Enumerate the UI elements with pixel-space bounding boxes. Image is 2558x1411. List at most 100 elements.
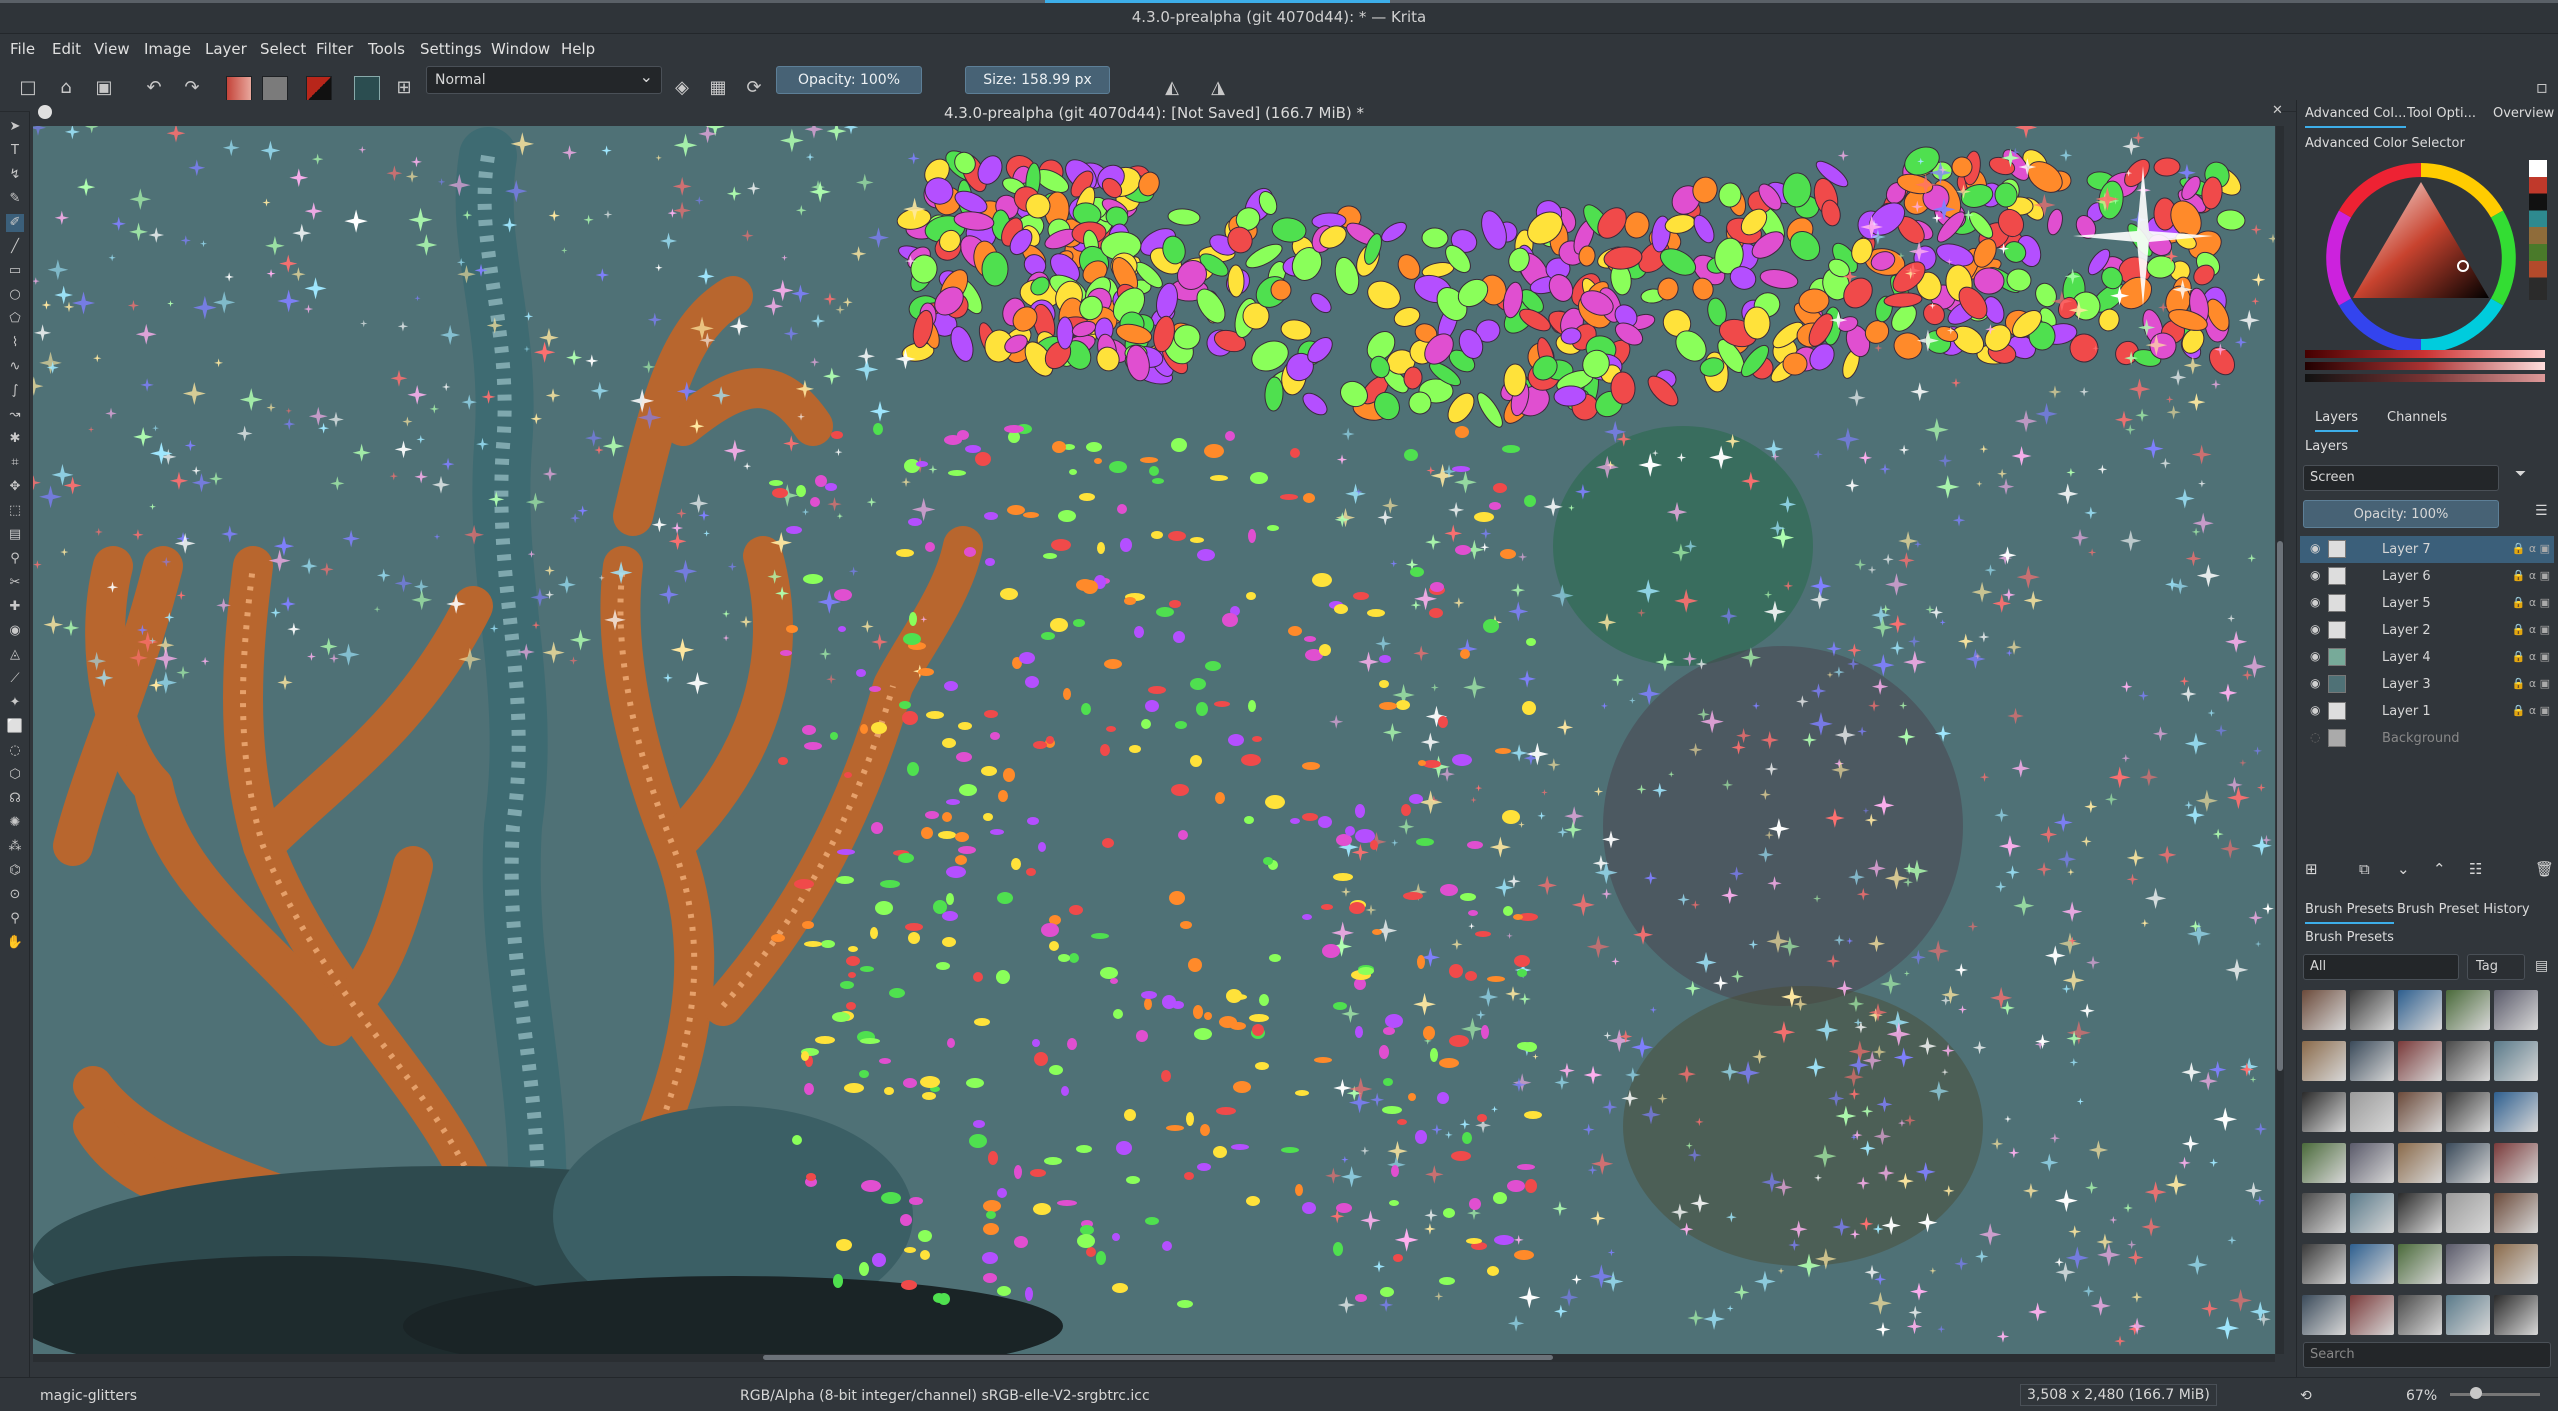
brush-preset-tile[interactable] <box>2302 1244 2346 1285</box>
calligraphy-tool-icon[interactable]: ✎ <box>6 190 24 208</box>
brush-preset-tile[interactable] <box>2446 1193 2490 1234</box>
brush-preset-tile[interactable] <box>2446 1040 2490 1081</box>
layer-opacity-slider[interactable]: Opacity: 100% <box>2303 500 2499 528</box>
rotate-canvas-icon[interactable]: ⟲ <box>2300 1388 2312 1404</box>
menu-window[interactable]: Window <box>491 40 550 58</box>
toolbar-overflow-icon[interactable]: ▫ <box>2530 76 2554 100</box>
tab-advanced-color[interactable]: Advanced Col... <box>2305 100 2407 128</box>
save-icon[interactable]: ▣ <box>92 76 116 100</box>
layer-row[interactable]: ◉ Layer 6 🔒 α ▣ <box>2300 563 2554 590</box>
open-document-icon[interactable]: ⌂ <box>54 76 78 100</box>
zoom-slider[interactable] <box>2450 1393 2540 1396</box>
brush-preset-tile[interactable] <box>2494 990 2538 1030</box>
layer-properties-button[interactable]: ☷ <box>2469 860 2482 878</box>
brush-preset-tile[interactable] <box>2494 1142 2538 1183</box>
brush-preset-tile[interactable] <box>2494 1091 2538 1132</box>
line-tool-icon[interactable]: ╱ <box>6 238 24 256</box>
ellipse-select-tool-icon[interactable]: ◌ <box>6 742 24 760</box>
transform-tool-icon[interactable]: ⬚ <box>6 502 24 520</box>
freehand-path-tool-icon[interactable]: ∫ <box>6 382 24 400</box>
brush-preset-tile[interactable] <box>2302 1142 2346 1183</box>
brush-preset-button[interactable] <box>354 76 380 102</box>
painting-canvas[interactable] <box>33 126 2275 1354</box>
bezier-tool-icon[interactable]: ∿ <box>6 358 24 376</box>
freehand-select-tool-icon[interactable]: ☊ <box>6 790 24 808</box>
color-shade-strip[interactable] <box>2305 350 2545 358</box>
layer-lock-icons[interactable]: 🔒 α ▣ <box>2512 596 2550 609</box>
brush-preset-tile[interactable] <box>2446 1091 2490 1132</box>
preset-view-options-icon[interactable]: ▤ <box>2535 958 2548 974</box>
ellipse-tool-icon[interactable]: ○ <box>6 286 24 304</box>
brush-preset-tile[interactable] <box>2398 1142 2442 1183</box>
canvas-horizontal-scrollbar[interactable] <box>33 1354 2275 1362</box>
color-shade-strip-2[interactable] <box>2305 362 2545 370</box>
tab-brush-presets[interactable]: Brush Presets <box>2305 896 2394 924</box>
assistant-tool-icon[interactable]: ◬ <box>6 646 24 664</box>
redo-icon[interactable]: ↷ <box>180 76 204 100</box>
layer-row[interactable]: ◉ Layer 5 🔒 α ▣ <box>2300 590 2554 617</box>
layer-lock-icons[interactable]: 🔒 α ▣ <box>2512 569 2550 582</box>
visibility-eye-icon[interactable]: ◉ <box>2310 703 2324 717</box>
canvas-vertical-scrollbar[interactable] <box>2276 126 2284 1354</box>
brush-tag-filter-select[interactable]: All <box>2303 954 2459 980</box>
rectangle-tool-icon[interactable]: ▭ <box>6 262 24 280</box>
move-layer-down-icon[interactable]: ⌄ <box>2397 860 2410 878</box>
brush-preset-tile[interactable] <box>2350 1193 2394 1234</box>
measure-tool-icon[interactable]: ⟋ <box>6 670 24 688</box>
vertical-scroll-thumb[interactable] <box>2277 541 2283 1071</box>
dynamic-brush-tool-icon[interactable]: ↝ <box>6 406 24 424</box>
layer-row[interactable]: ◉ Layer 2 🔒 α ▣ <box>2300 617 2554 644</box>
undo-icon[interactable]: ↶ <box>142 76 166 100</box>
brush-preset-tile[interactable] <box>2398 990 2442 1030</box>
brush-preset-tile[interactable] <box>2494 1040 2538 1081</box>
brush-preset-tile[interactable] <box>2302 1193 2346 1234</box>
menu-select[interactable]: Select <box>260 40 306 58</box>
menu-help[interactable]: Help <box>561 40 595 58</box>
polyline-tool-icon[interactable]: ⌇ <box>6 334 24 352</box>
layer-lock-icons[interactable]: 🔒 α ▣ <box>2512 704 2550 717</box>
opacity-slider[interactable]: Opacity: 100% <box>776 66 922 94</box>
erase-mode-icon[interactable]: ◈ <box>670 76 694 100</box>
move-layer-up-icon[interactable]: ⌃ <box>2433 860 2446 878</box>
rect-select-tool-icon[interactable]: ⬜ <box>6 718 24 736</box>
menu-view[interactable]: View <box>94 40 130 58</box>
layer-lock-icons[interactable]: 🔒 α ▣ <box>2512 623 2550 636</box>
layer-row[interactable]: ◉ Layer 3 🔒 α ▣ <box>2300 671 2554 698</box>
color-picker-tool-icon[interactable]: ⚲ <box>6 550 24 568</box>
gradient-selector[interactable] <box>226 76 252 102</box>
reference-images-tool-icon[interactable]: ✦ <box>6 694 24 712</box>
edit-shapes-tool-icon[interactable]: ↯ <box>6 166 24 184</box>
close-document-icon[interactable]: ✕ <box>2272 103 2283 118</box>
brush-preset-tile[interactable] <box>2494 1295 2538 1336</box>
contiguous-select-tool-icon[interactable]: ✺ <box>6 814 24 832</box>
similar-select-tool-icon[interactable]: ⁂ <box>6 838 24 856</box>
colorize-mask-tool-icon[interactable]: ✂ <box>6 574 24 592</box>
brush-preset-tile[interactable] <box>2398 1244 2442 1285</box>
menu-file[interactable]: File <box>10 40 35 58</box>
menu-filter[interactable]: Filter <box>316 40 353 58</box>
delete-layer-icon[interactable]: 🗑 <box>2535 860 2554 878</box>
visibility-eye-icon[interactable]: ◉ <box>2310 595 2324 609</box>
zoom-level[interactable]: 67% <box>2406 1388 2437 1404</box>
size-slider[interactable]: Size: 158.99 px <box>965 66 1110 94</box>
brush-preset-tile[interactable] <box>2398 1040 2442 1081</box>
brush-preset-tile[interactable] <box>2494 1244 2538 1285</box>
color-history-swatches[interactable] <box>2529 160 2547 300</box>
tab-tool-options[interactable]: Tool Opti... <box>2407 100 2476 128</box>
brush-preset-tile[interactable] <box>2446 1244 2490 1285</box>
color-shade-strip-3[interactable] <box>2305 374 2545 382</box>
move-tool-icon[interactable]: ✥ <box>6 478 24 496</box>
reload-preset-icon[interactable]: ⟳ <box>742 76 766 100</box>
zoom-slider-handle[interactable] <box>2470 1387 2482 1399</box>
menu-image[interactable]: Image <box>144 40 191 58</box>
brush-preset-tile[interactable] <box>2302 1040 2346 1081</box>
menu-settings[interactable]: Settings <box>420 40 482 58</box>
visibility-eye-icon[interactable]: ◉ <box>2310 676 2324 690</box>
brush-preset-tile[interactable] <box>2350 1142 2394 1183</box>
brush-preset-tile[interactable] <box>2398 1091 2442 1132</box>
blend-mode-select[interactable]: Normal <box>426 66 662 94</box>
brush-preset-tile[interactable] <box>2494 1193 2538 1234</box>
horizontal-scroll-thumb[interactable] <box>763 1355 1553 1360</box>
layer-row[interactable]: ◉ Layer 7 🔒 α ▣ <box>2300 536 2554 563</box>
crop-tool-icon[interactable]: ⌗ <box>6 454 24 472</box>
